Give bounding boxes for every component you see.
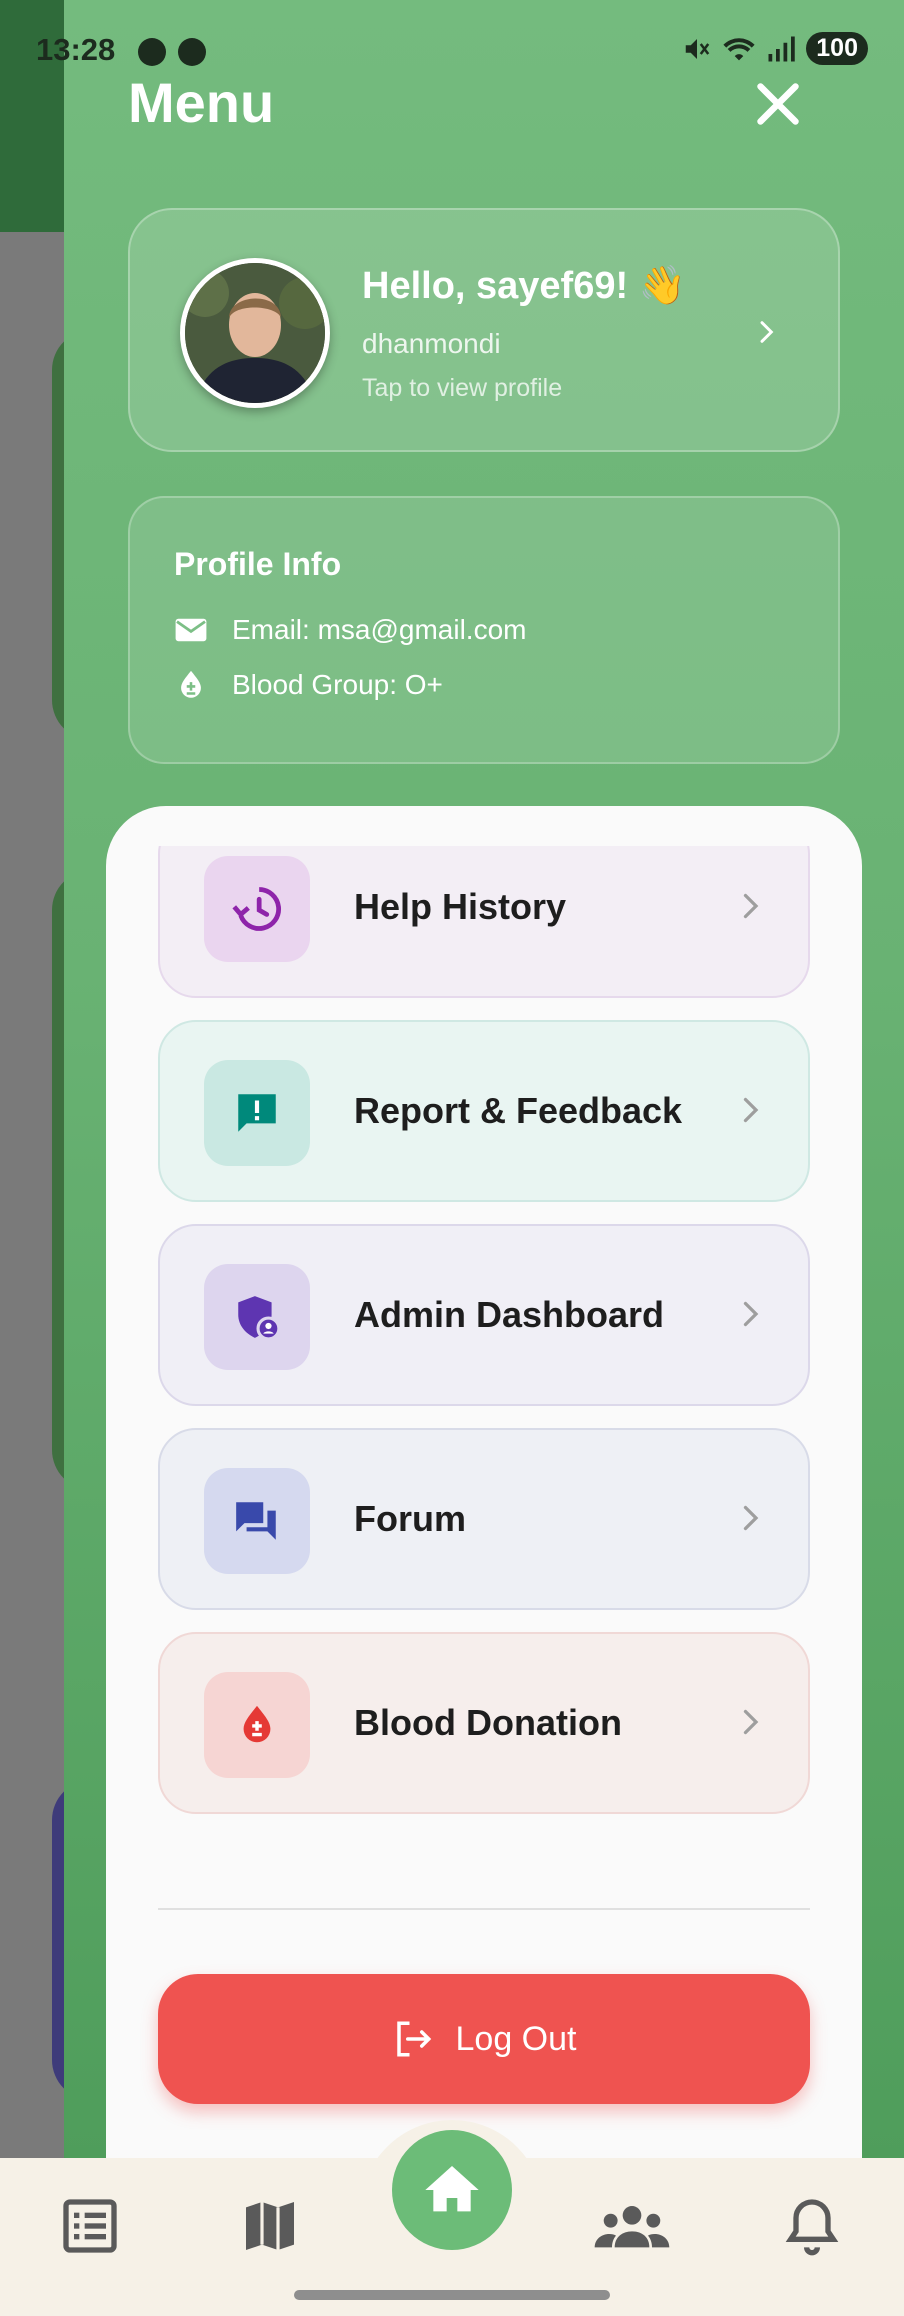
history-icon — [232, 887, 281, 931]
blood-group-text: Blood Group: O+ — [232, 669, 443, 700]
menu-item-label: Report & Feedback — [354, 1090, 683, 1131]
menu-list[interactable]: Help History Report & Feedback Admin Das… — [106, 846, 862, 2156]
menu-item-label: Admin Dashboard — [354, 1294, 665, 1335]
bell-icon — [785, 2199, 839, 2256]
logout-button[interactable]: Log Out — [158, 1974, 810, 2104]
profile-hint: Tap to view profile — [362, 374, 563, 402]
messenger-icon — [138, 38, 166, 66]
map-icon — [246, 2202, 294, 2250]
item-icon-bg — [204, 1264, 310, 1370]
forum-icon — [236, 1502, 276, 1540]
menu-item-blood-donation[interactable]: Blood Donation — [158, 1632, 810, 1814]
status-bar: 13:28 100 — [0, 0, 904, 104]
profile-card[interactable]: Hello, sayef69! 👋 dhanmondi Tap to view … — [128, 208, 840, 452]
menu-item-label: Help History — [354, 886, 567, 927]
home-icon — [425, 2166, 479, 2212]
item-icon-bg — [204, 1672, 310, 1778]
avatar — [180, 258, 330, 408]
email-text: Email: msa@gmail.com — [232, 614, 527, 645]
chevron-right-icon — [743, 1505, 759, 1531]
divider — [158, 1908, 810, 1910]
home-button[interactable] — [392, 2130, 512, 2250]
mail-icon — [175, 618, 207, 642]
menu-item-report-feedback[interactable]: Report & Feedback — [158, 1020, 810, 1202]
nav-community[interactable] — [592, 2186, 672, 2266]
chevron-right-icon — [743, 1709, 759, 1735]
nav-notifications[interactable] — [772, 2186, 852, 2266]
menu-item-admin-dashboard[interactable]: Admin Dashboard — [158, 1224, 810, 1406]
user-location: dhanmondi — [362, 328, 501, 359]
menu-item-help-history[interactable]: Help History — [158, 846, 810, 998]
profile-info-title: Profile Info — [174, 546, 342, 582]
item-icon-bg — [204, 856, 310, 962]
item-icon-bg — [204, 1060, 310, 1166]
nav-list[interactable] — [50, 2186, 130, 2266]
list-icon — [63, 2199, 117, 2253]
menu-item-label: Blood Donation — [354, 1702, 622, 1743]
menu-panel: Help History Report & Feedback Admin Das… — [106, 806, 862, 2160]
gesture-bar[interactable] — [294, 2290, 610, 2300]
chevron-right-icon — [743, 1301, 759, 1327]
group-icon — [594, 2206, 670, 2248]
status-icons: 100 — [682, 32, 868, 65]
wifi-icon — [723, 37, 755, 60]
profile-info-card: Profile Info Email: msa@gmail.com Blood … — [128, 496, 840, 764]
blood-group-row: Blood Group: O+ — [174, 668, 443, 702]
feedback-icon — [238, 1094, 276, 1132]
chevron-right-icon — [760, 321, 774, 343]
signal-icon — [768, 36, 796, 61]
messenger-icon — [178, 38, 206, 66]
mute-icon — [686, 38, 710, 59]
logout-icon — [396, 2021, 431, 2057]
admin-shield-icon — [238, 1296, 281, 1341]
logout-label: Log Out — [455, 2019, 577, 2058]
blood-drop-icon — [243, 1705, 271, 1743]
item-icon-bg — [204, 1468, 310, 1574]
email-row: Email: msa@gmail.com — [174, 614, 526, 646]
chevron-right-icon — [743, 1097, 759, 1123]
chevron-right-icon — [743, 893, 759, 919]
nav-map[interactable] — [230, 2186, 310, 2266]
menu-item-label: Forum — [354, 1498, 466, 1539]
blood-drop-icon — [181, 670, 201, 698]
greeting: Hello, sayef69! 👋 — [362, 265, 687, 307]
menu-item-forum[interactable]: Forum — [158, 1428, 810, 1610]
status-time: 13:28 — [36, 32, 116, 67]
battery-level: 100 — [806, 32, 868, 65]
